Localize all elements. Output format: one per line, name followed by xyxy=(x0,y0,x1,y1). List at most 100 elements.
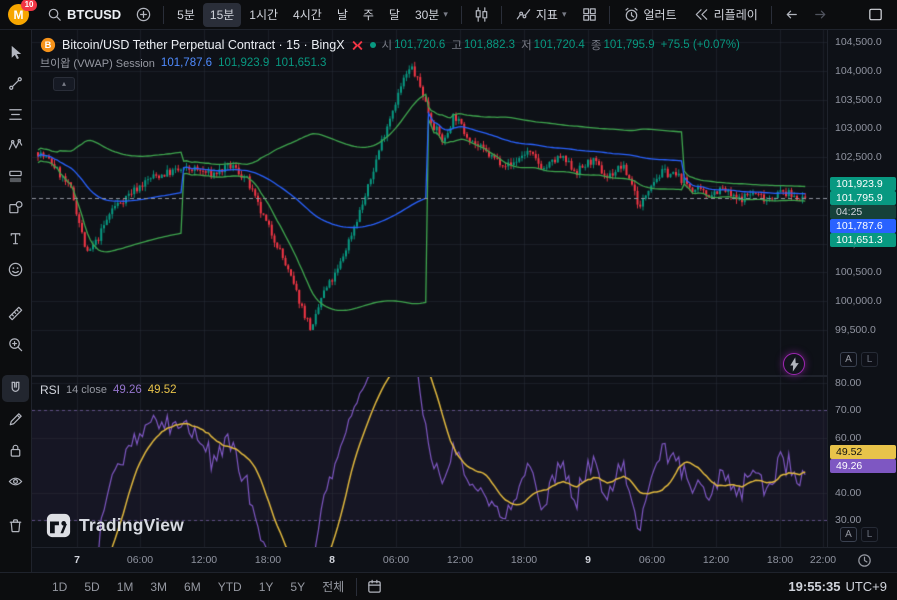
undo-icon xyxy=(783,6,800,23)
user-menu-button[interactable]: M 10 xyxy=(8,4,29,25)
lock-icon xyxy=(7,442,24,459)
interval-달[interactable]: 달 xyxy=(382,3,407,27)
ruler-tool-button[interactable] xyxy=(2,300,29,327)
log-scale-button[interactable]: L xyxy=(861,352,878,367)
clock-icon[interactable] xyxy=(856,552,873,569)
rsi-legend[interactable]: RSI 14 close 49.26 49.52 xyxy=(40,383,177,397)
rsi-log-scale-button[interactable]: L xyxy=(861,527,878,542)
fib-retracement-tool-button[interactable] xyxy=(2,101,29,128)
go-to-date-button[interactable] xyxy=(361,575,388,599)
emoji-tool-button[interactable] xyxy=(2,256,29,283)
undo-button[interactable] xyxy=(778,3,805,27)
chart-style-button[interactable] xyxy=(468,3,495,27)
interval-1시간[interactable]: 1시간 xyxy=(242,3,285,27)
price-tag: 101,787.6 xyxy=(830,219,896,233)
rsi-axis-label: 60.00 xyxy=(835,432,861,444)
svg-text:B: B xyxy=(45,40,52,50)
symbol-search-button[interactable]: BTCUSD xyxy=(39,3,128,27)
interval-group: 5분15분1시간4시간날주달30분▾ xyxy=(170,3,455,27)
interval-5분[interactable]: 5분 xyxy=(170,3,202,27)
pattern-icon xyxy=(7,137,24,154)
interval-30분[interactable]: 30분▾ xyxy=(408,3,455,27)
auto-scale-button[interactable]: A xyxy=(840,352,857,367)
ohlc-close: 종101,795.9 xyxy=(591,37,655,53)
range-YTD[interactable]: YTD xyxy=(210,576,250,598)
lock-tool-button[interactable] xyxy=(2,437,29,464)
price-axis-label: 100,500.0 xyxy=(835,266,882,278)
replay-button[interactable]: 리플레이 xyxy=(686,3,765,27)
ohlc-open: 시101,720.6 xyxy=(382,37,446,53)
range-1D[interactable]: 1D xyxy=(44,576,75,598)
pattern-tool-button[interactable] xyxy=(2,132,29,159)
ohlc-high: 고101,882.3 xyxy=(451,37,515,53)
interval-15분[interactable]: 15분 xyxy=(203,3,241,27)
redo-button[interactable] xyxy=(807,3,834,27)
boost-lightning-button[interactable] xyxy=(783,353,805,375)
time-tick: 9 xyxy=(585,554,591,566)
time-axis[interactable]: 706:0012:0018:00806:0012:0018:00906:0012… xyxy=(32,547,897,572)
zoom-in-tool-button[interactable] xyxy=(2,331,29,358)
price-axis-label: 99,500.0 xyxy=(835,324,876,336)
fullscreen-icon xyxy=(867,6,884,23)
time-tick: 18:00 xyxy=(511,554,537,566)
plus-circle-icon xyxy=(135,6,152,23)
indicators-button[interactable]: 지표 ▾ xyxy=(508,3,574,27)
toolbar-separator xyxy=(609,6,610,24)
magnet-icon xyxy=(7,380,24,397)
rsi-value: 49.26 xyxy=(113,384,142,396)
cursor-icon xyxy=(7,44,24,61)
toolbar-separator xyxy=(356,578,357,596)
price-tag: 49.26 xyxy=(830,459,896,473)
tradingview-watermark[interactable]: TradingView xyxy=(46,513,184,538)
symbol-name: BTCUSD xyxy=(67,7,121,22)
vwap-legend-row[interactable]: 브이왑 (VWAP) Session 101,787.6 101,923.9 1… xyxy=(40,54,740,72)
text-tool-button[interactable] xyxy=(2,225,29,252)
range-3M[interactable]: 3M xyxy=(142,576,175,598)
long-position-tool-button[interactable] xyxy=(2,163,29,190)
bottom-toolbar: 1D5D1M3M6MYTD1Y5Y전체 19:55:35 UTC+9 xyxy=(0,572,897,600)
brush-tool-button[interactable] xyxy=(2,406,29,433)
price-tag: 101,923.9 xyxy=(830,177,896,191)
alert-button[interactable]: 얼러트 xyxy=(616,3,684,27)
range-1M[interactable]: 1M xyxy=(109,576,142,598)
interval-4시간[interactable]: 4시간 xyxy=(286,3,329,27)
range-5Y[interactable]: 5Y xyxy=(282,576,313,598)
price-axis[interactable]: A L A L 104,500.0104,000.0103,500.0103,0… xyxy=(827,30,897,547)
fullscreen-button[interactable] xyxy=(862,3,889,27)
tradingview-app: M 10 BTCUSD 5분15분1시간4시간날주달30분▾ 지표 ▾ 얼러트 xyxy=(0,0,897,600)
price-tag: 04:25 xyxy=(830,205,896,219)
trend-line-tool-button[interactable] xyxy=(2,70,29,97)
price-tag: 49.52 xyxy=(830,445,896,459)
interval-주[interactable]: 주 xyxy=(356,3,381,27)
time-tick: 7 xyxy=(74,554,80,566)
cursor-tool-button[interactable] xyxy=(2,39,29,66)
fib-retracement-icon xyxy=(7,106,24,123)
range-전체[interactable]: 전체 xyxy=(314,576,352,598)
rsi-auto-scale-button[interactable]: A xyxy=(840,527,857,542)
symbol-legend-row[interactable]: B Bitcoin/USD Tether Perpetual Contract … xyxy=(40,36,740,54)
compare-add-button[interactable] xyxy=(130,3,157,27)
time-tick: 12:00 xyxy=(703,554,729,566)
timezone-label[interactable]: UTC+9 xyxy=(845,579,887,594)
interval-날[interactable]: 날 xyxy=(330,3,355,27)
range-6M[interactable]: 6M xyxy=(176,576,209,598)
legend-collapse-button[interactable]: ▴ xyxy=(53,77,75,91)
magnet-tool-button[interactable] xyxy=(2,375,29,402)
layout-templates-button[interactable] xyxy=(576,3,603,27)
eye-tool-button[interactable] xyxy=(2,468,29,495)
notification-badge: 10 xyxy=(21,0,37,11)
trash-tool-button[interactable] xyxy=(2,512,29,539)
trend-line-icon xyxy=(7,75,24,92)
time-tick: 22:00 xyxy=(810,554,836,566)
chevron-down-icon: ▾ xyxy=(443,10,448,19)
price-axis-label: 102,500.0 xyxy=(835,151,882,163)
rsi-axis-label: 40.00 xyxy=(835,487,861,499)
pane-divider[interactable] xyxy=(32,375,897,377)
time-tick: 18:00 xyxy=(255,554,281,566)
toolbar-separator xyxy=(501,6,502,24)
range-5D[interactable]: 5D xyxy=(76,576,107,598)
brush-icon xyxy=(7,411,24,428)
range-1Y[interactable]: 1Y xyxy=(251,576,282,598)
current-time[interactable]: 19:55:35 xyxy=(788,579,840,594)
shapes-tool-button[interactable] xyxy=(2,194,29,221)
